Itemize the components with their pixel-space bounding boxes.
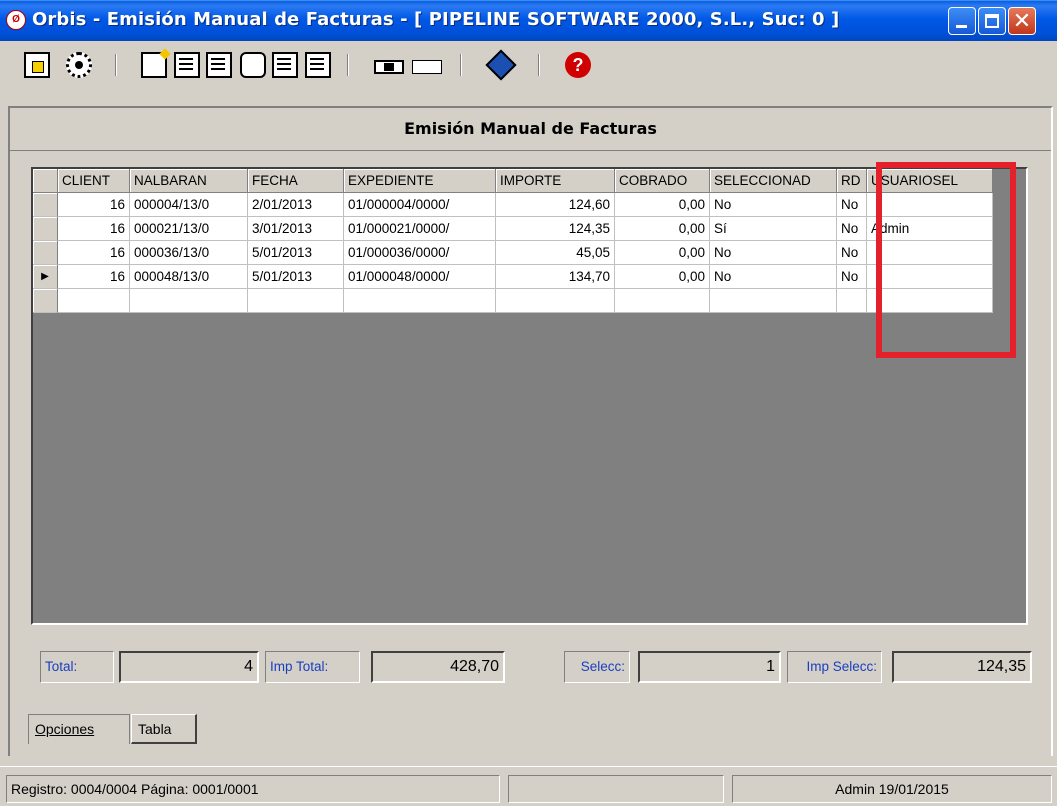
table-cell-empty[interactable] <box>248 289 344 313</box>
table-cell[interactable]: Sí <box>710 217 837 241</box>
mail-selected-icon[interactable] <box>374 60 404 74</box>
column-header[interactable]: CLIENT <box>58 169 130 193</box>
table-cell[interactable]: 124,35 <box>496 217 615 241</box>
maximize-icon <box>985 14 999 28</box>
table-cell[interactable]: 000004/13/0 <box>130 193 248 217</box>
table-cell[interactable]: 134,70 <box>496 265 615 289</box>
minimize-icon <box>956 25 967 28</box>
table-cell[interactable]: 000048/13/0 <box>130 265 248 289</box>
imp-selecc-value: 124,35 <box>892 651 1032 683</box>
maximize-button[interactable] <box>978 7 1006 35</box>
table-cell-empty[interactable] <box>58 289 130 313</box>
row-indicator[interactable] <box>33 217 58 241</box>
report-icon[interactable] <box>272 52 298 78</box>
mail-icon[interactable] <box>412 60 442 74</box>
table-cell[interactable]: 0,00 <box>615 241 710 265</box>
selecc-value: 1 <box>638 651 781 683</box>
table-cell[interactable]: 5/01/2013 <box>248 241 344 265</box>
selecc-label: Selecc: <box>564 651 630 683</box>
table-cell[interactable]: 5/01/2013 <box>248 265 344 289</box>
signature-icon[interactable] <box>240 52 266 78</box>
table-cell-empty[interactable] <box>710 289 837 313</box>
table-cell[interactable]: No <box>837 241 867 265</box>
grid-corner <box>33 169 58 193</box>
book-icon[interactable] <box>485 49 517 81</box>
imp-total-value: 428,70 <box>371 651 505 683</box>
table-cell[interactable]: 45,05 <box>496 241 615 265</box>
table-cell[interactable]: 0,00 <box>615 193 710 217</box>
table-cell[interactable]: 2/01/2013 <box>248 193 344 217</box>
table-cell[interactable]: 16 <box>58 217 130 241</box>
total-value: 4 <box>119 651 259 683</box>
status-user-date: Admin 19/01/2015 <box>732 775 1052 803</box>
row-indicator[interactable] <box>33 241 58 265</box>
table-cell[interactable]: 16 <box>58 265 130 289</box>
column-header[interactable]: COBRADO <box>615 169 710 193</box>
row-indicator[interactable] <box>33 193 58 217</box>
column-header[interactable]: IMPORTE <box>496 169 615 193</box>
table-cell[interactable]: 01/000036/0000/ <box>344 241 496 265</box>
table-cell[interactable]: 01/000004/0000/ <box>344 193 496 217</box>
tab-label: Tabla <box>138 721 172 737</box>
table-cell[interactable]: 000021/13/0 <box>130 217 248 241</box>
imp-selecc-label: Imp Selecc: <box>787 651 882 683</box>
toolbar-separator <box>347 54 349 76</box>
table-cell[interactable]: 0,00 <box>615 265 710 289</box>
table-cell-empty[interactable] <box>615 289 710 313</box>
table-cell[interactable]: No <box>710 193 837 217</box>
column-header[interactable]: SELECCIONAD <box>710 169 837 193</box>
table-cell[interactable]: No <box>710 265 837 289</box>
column-header[interactable]: RD <box>837 169 867 193</box>
table-cell-empty[interactable] <box>130 289 248 313</box>
table-cell[interactable]: No <box>837 217 867 241</box>
column-header[interactable]: FECHA <box>248 169 344 193</box>
toolbar-separator <box>115 54 117 76</box>
tab-opciones[interactable]: Opciones <box>28 714 130 744</box>
column-header[interactable]: NALBARAN <box>130 169 248 193</box>
table-cell-empty[interactable] <box>837 289 867 313</box>
table-cell[interactable]: 3/01/2013 <box>248 217 344 241</box>
close-icon: ✕ <box>1012 8 1032 33</box>
toolbar: ? <box>0 40 1057 106</box>
document-icon[interactable] <box>174 52 200 78</box>
minimize-button[interactable] <box>948 7 976 35</box>
table-cell[interactable]: 0,00 <box>615 217 710 241</box>
list-icon[interactable] <box>206 52 232 78</box>
table-cell[interactable]: No <box>710 241 837 265</box>
table-cell[interactable]: 16 <box>58 193 130 217</box>
highlight-box <box>876 162 1016 358</box>
table-cell-empty[interactable] <box>344 289 496 313</box>
help-icon[interactable]: ? <box>565 52 591 78</box>
table-cell[interactable]: 01/000048/0000/ <box>344 265 496 289</box>
config-icon[interactable] <box>66 52 92 78</box>
total-label: Total: <box>40 651 114 683</box>
app-icon[interactable]: Ø <box>6 10 26 30</box>
status-bar: Registro: 0004/0004 Página: 0001/0001 Ad… <box>0 766 1057 806</box>
table-cell[interactable]: 124,60 <box>496 193 615 217</box>
title-bar[interactable]: Ø Orbis - Emisión Manual de Facturas - [… <box>0 0 1057 41</box>
toolbar-separator <box>460 54 462 76</box>
table-cell-empty[interactable] <box>496 289 615 313</box>
column-header[interactable]: EXPEDIENTE <box>344 169 496 193</box>
new-icon[interactable] <box>141 52 167 78</box>
status-registro: Registro: 0004/0004 Página: 0001/0001 <box>6 775 500 803</box>
window-title: Orbis - Emisión Manual de Facturas - [ P… <box>32 9 840 30</box>
row-indicator[interactable] <box>33 289 58 313</box>
row-indicator[interactable]: ▶ <box>33 265 58 289</box>
imp-total-label: Imp Total: <box>265 651 360 683</box>
toolbar-separator <box>538 54 540 76</box>
status-middle <box>508 775 724 803</box>
tab-tabla[interactable]: Tabla <box>131 714 197 744</box>
table-cell[interactable]: No <box>837 265 867 289</box>
table-cell[interactable]: 01/000021/0000/ <box>344 217 496 241</box>
close-button[interactable]: ✕ <box>1008 7 1036 35</box>
print-icon[interactable] <box>305 52 331 78</box>
exit-icon[interactable] <box>24 52 50 78</box>
table-cell[interactable]: 16 <box>58 241 130 265</box>
form-heading: Emisión Manual de Facturas <box>10 108 1051 151</box>
table-cell[interactable]: No <box>837 193 867 217</box>
tab-label: Opciones <box>35 721 95 737</box>
table-cell[interactable]: 000036/13/0 <box>130 241 248 265</box>
